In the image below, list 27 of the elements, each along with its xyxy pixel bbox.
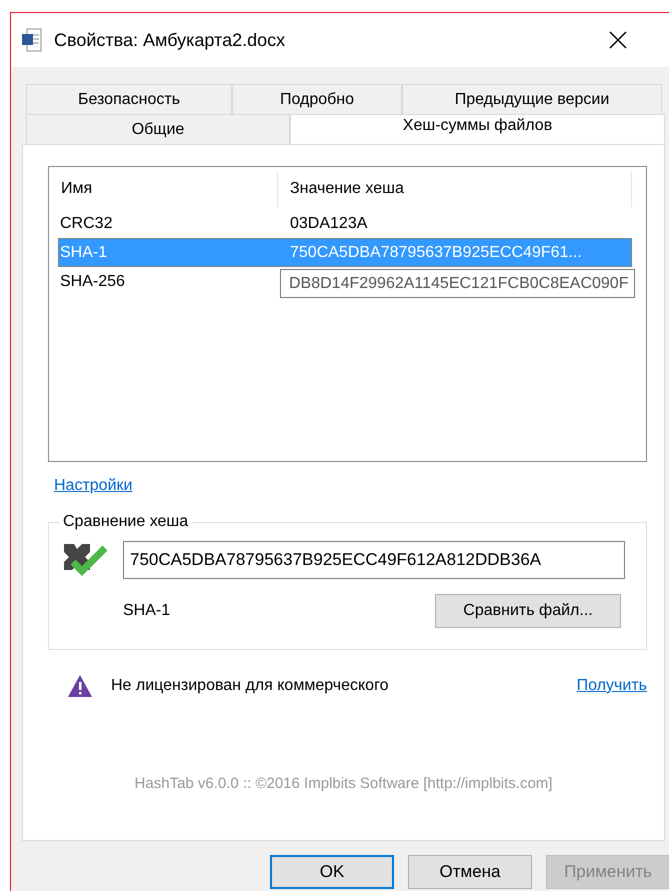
hash-name: CRC32 [59, 214, 114, 234]
tab[interactable]: Подробно [232, 84, 402, 114]
dialog-button[interactable]: OK [270, 855, 394, 889]
get-license-link[interactable]: Получить [576, 674, 647, 698]
group-legend: Сравнение хеша [59, 510, 192, 534]
tab[interactable]: Предыдущие версии [402, 84, 662, 114]
algorithm-label: SHA-1 [123, 601, 172, 621]
column-header[interactable]: Имя [49, 171, 278, 207]
column-header[interactable]: Значение хеша [278, 171, 632, 207]
hash-value: 750CA5DBA78795637B925ECC49F61... [289, 242, 582, 262]
hash-name: SHA-1 [59, 242, 108, 262]
warning-icon [67, 674, 93, 698]
settings-link[interactable]: Настройки [54, 474, 132, 498]
close-icon[interactable] [609, 31, 628, 49]
license-message: Не лицензирован для коммерческого [111, 676, 390, 696]
hash-value: 03DA123A [289, 214, 368, 234]
document-icon [22, 28, 42, 52]
window-title: Свойства: Амбукарта2.docx [54, 28, 286, 52]
tab[interactable]: Общие [26, 114, 290, 144]
tab[interactable]: Безопасность [26, 84, 232, 114]
tooltip: DB8D14F29962A1145EC121FCB0C8EAC090F [280, 269, 636, 298]
list-row[interactable]: CRC32 03DA123A [58, 209, 632, 238]
compare-file-button[interactable]: Сравнить файл... [435, 594, 621, 628]
footer-text: HashTab v6.0.0 :: ©2016 Implbits Software [http://implbits.com] [134, 775, 552, 792]
dialog-button[interactable]: Отмена [408, 855, 532, 889]
hash-input[interactable]: 750CA5DBA78795637B925ECC49F612A812DDB36A [123, 541, 625, 579]
tab[interactable]: Хеш-суммы файлов [290, 114, 665, 144]
